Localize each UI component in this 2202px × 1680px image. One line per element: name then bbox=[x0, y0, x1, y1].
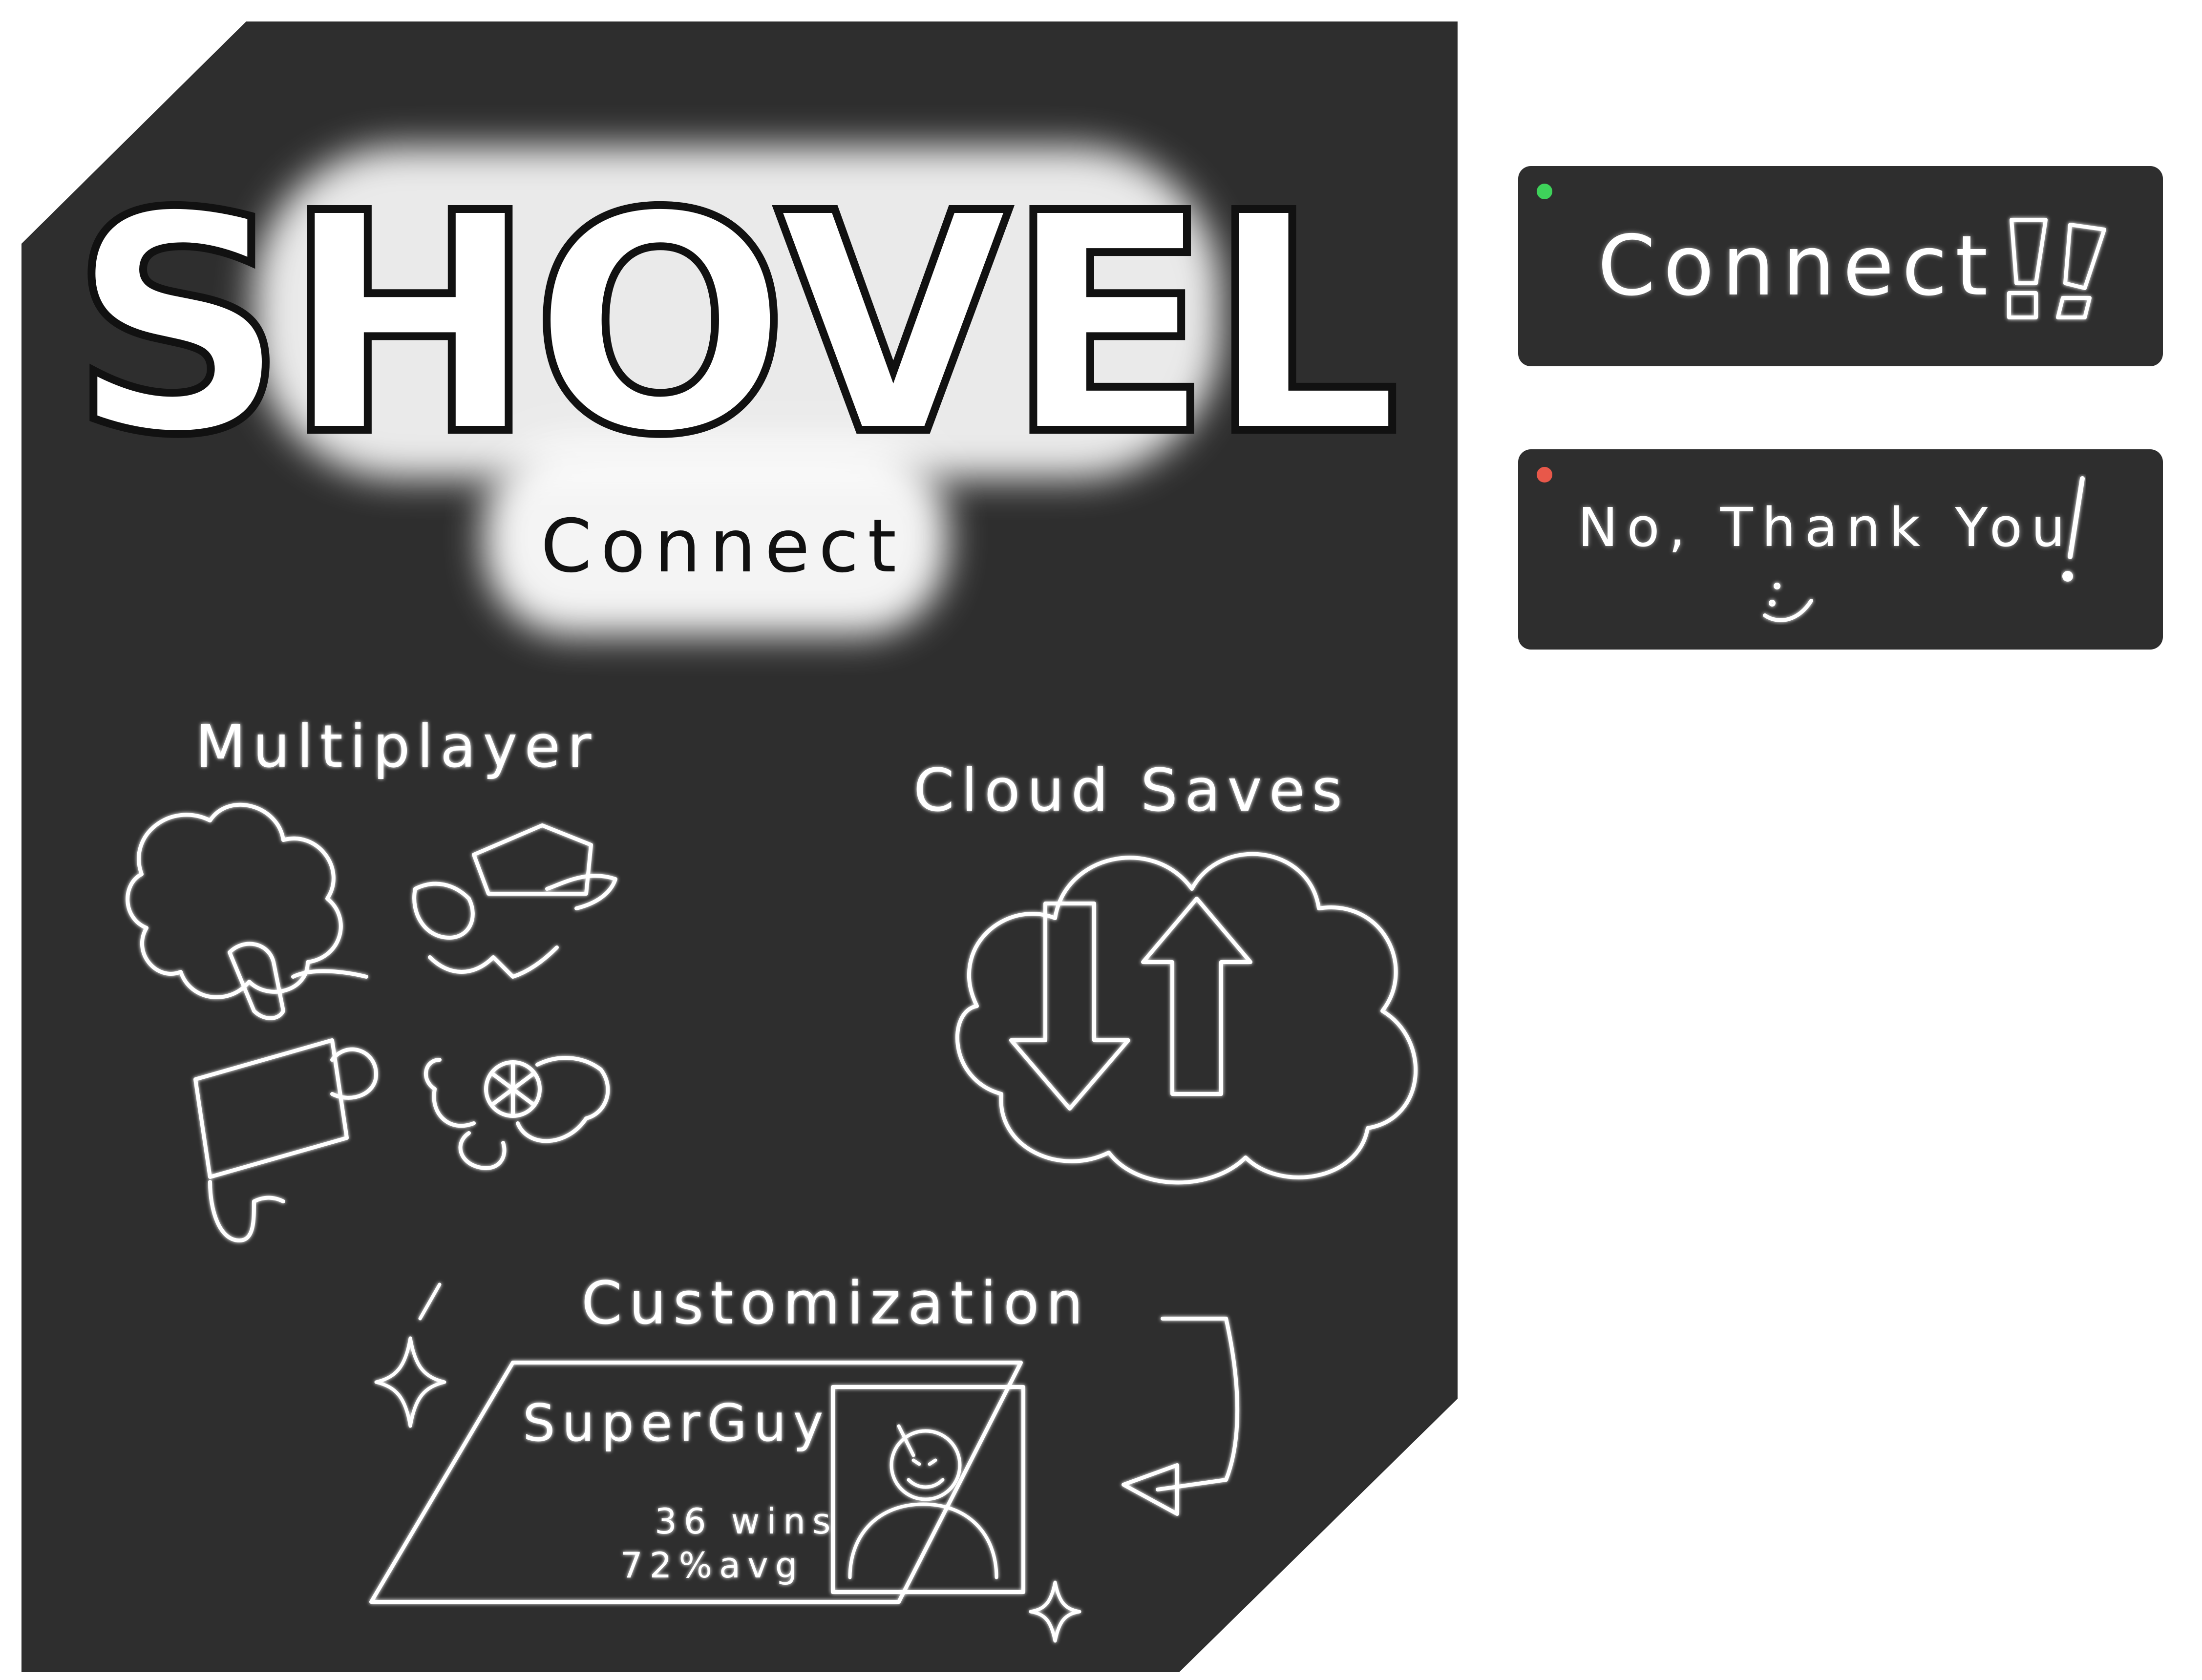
double-exclamation-icon bbox=[2007, 218, 2106, 319]
exclamation-icon bbox=[2062, 476, 2085, 582]
smiley-icon bbox=[1763, 583, 1813, 622]
connect-button[interactable]: Connect bbox=[1518, 166, 2163, 366]
connect-promo-panel bbox=[21, 21, 1458, 1672]
no-thank-you-button[interactable]: No, Thank You bbox=[1518, 449, 2163, 650]
